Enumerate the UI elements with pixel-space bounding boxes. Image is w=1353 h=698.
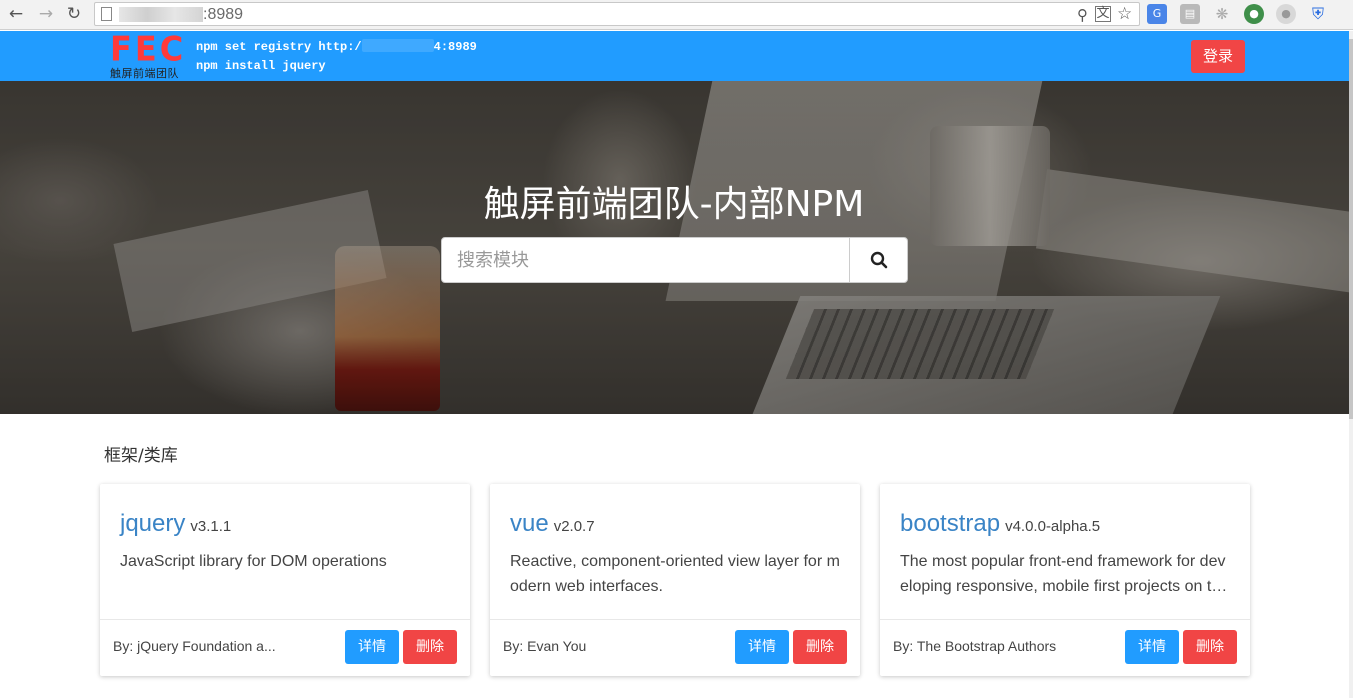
search-button[interactable]: [849, 238, 907, 282]
url-text: :8989: [203, 6, 244, 23]
card-footer: By: Evan You 详情 删除: [490, 619, 860, 676]
page-scrollbar[interactable]: [1349, 31, 1353, 698]
package-version: v2.0.7: [553, 518, 595, 535]
hero-banner: 触屏前端团队-内部NPM: [0, 81, 1353, 414]
section-title: 框架/类库: [104, 446, 178, 466]
package-name[interactable]: vue: [510, 510, 549, 537]
install-command: npm install jquery: [196, 59, 326, 73]
card-footer: By: The Bootstrap Authors 详情 删除: [880, 619, 1250, 676]
search-input[interactable]: [442, 238, 850, 282]
redacted-host: [119, 7, 203, 22]
package-author: By: The Bootstrap Authors: [893, 638, 1057, 654]
package-author: By: Evan You: [503, 638, 587, 654]
card-footer: By: jQuery Foundation a... 详情 删除: [100, 619, 470, 676]
registry-command: npm set registry http:/4:8989: [196, 39, 477, 54]
package-description: JavaScript library for DOM operations: [120, 553, 387, 570]
detail-button[interactable]: 详情: [345, 630, 399, 664]
delete-button[interactable]: 删除: [1183, 630, 1237, 664]
site-header: FEC 触屏前端团队 npm set registry http:/4:8989…: [0, 31, 1353, 81]
delete-button[interactable]: 删除: [793, 630, 847, 664]
reload-icon[interactable]: ↻: [64, 4, 84, 24]
search-icon: [870, 251, 887, 269]
key-icon[interactable]: ⚲: [1077, 6, 1088, 24]
address-bar[interactable]: :8989 ⚲ 文 ☆: [94, 2, 1140, 26]
reader-extension-icon[interactable]: ▤: [1180, 4, 1200, 24]
detail-button[interactable]: 详情: [1125, 630, 1179, 664]
back-icon[interactable]: ←: [6, 4, 26, 24]
translate-icon[interactable]: 文: [1095, 6, 1111, 22]
hero-title: 触屏前端团队-内部NPM: [483, 184, 865, 225]
search-box: [441, 237, 908, 283]
package-author: By: jQuery Foundation a...: [113, 638, 276, 654]
package-heading: vue v2.0.7: [510, 510, 595, 538]
login-button[interactable]: 登录: [1191, 40, 1245, 73]
page-icon: [101, 7, 112, 21]
redacted-host: [361, 39, 434, 52]
bookmark-star-icon[interactable]: ☆: [1117, 4, 1132, 24]
package-heading: bootstrap v4.0.0-alpha.5: [900, 510, 1100, 538]
detail-button[interactable]: 详情: [735, 630, 789, 664]
puzzle-extension-icon[interactable]: ❋: [1212, 4, 1232, 24]
package-description: Reactive, component-oriented view layer …: [510, 553, 840, 595]
package-description: The most popular front-end framework for…: [900, 553, 1230, 595]
package-heading: jquery v3.1.1: [120, 510, 231, 538]
package-name[interactable]: jquery: [120, 510, 185, 537]
scrollbar-thumb[interactable]: [1349, 39, 1353, 419]
package-card: bootstrap v4.0.0-alpha.5 The most popular…: [880, 484, 1250, 676]
shield-extension-icon[interactable]: ⛨: [1308, 4, 1328, 24]
package-version: v3.1.1: [190, 518, 232, 535]
circle-extension-icon[interactable]: ●: [1276, 4, 1296, 24]
translate-extension-icon[interactable]: G: [1147, 4, 1167, 24]
package-card: vue v2.0.7 Reactive, component-oriented v…: [490, 484, 860, 676]
npm-commands: npm set registry http:/4:8989 npm instal…: [196, 38, 477, 76]
globe-extension-icon[interactable]: ●: [1244, 4, 1264, 24]
package-name[interactable]: bootstrap: [900, 510, 1000, 537]
logo[interactable]: FEC 触屏前端团队: [110, 29, 187, 81]
delete-button[interactable]: 删除: [403, 630, 457, 664]
forward-icon[interactable]: →: [36, 4, 56, 24]
logo-text: FEC: [110, 29, 187, 69]
browser-toolbar: ← → ↻ :8989 ⚲ 文 ☆ G ▤ ❋ ● ● ⛨: [0, 0, 1353, 30]
package-card: jquery v3.1.1 JavaScript library for DOM …: [100, 484, 470, 676]
package-version: v4.0.0-alpha.5: [1005, 518, 1101, 535]
